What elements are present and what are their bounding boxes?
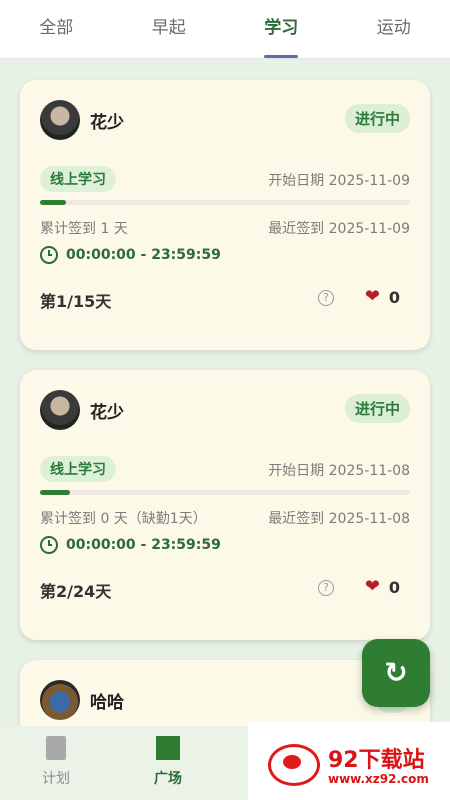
tab-sport[interactable]: 运动	[338, 0, 450, 58]
heart-icon[interactable]: ❤	[365, 578, 380, 596]
watermark-logo-icon	[268, 744, 320, 786]
time-range: 00:00:00 - 23:59:59	[40, 246, 221, 264]
cumulative-signin: 累计签到 0 天（缺勤1天）	[40, 511, 207, 527]
tab-early-rise[interactable]: 早起	[113, 0, 226, 58]
day-progress: 第2/24天	[40, 582, 112, 601]
category-tag: 线上学习	[40, 456, 116, 482]
nav-plan[interactable]: 计划	[26, 736, 86, 788]
square-icon	[156, 736, 180, 760]
time-range-text: 00:00:00 - 23:59:59	[66, 537, 221, 553]
progress-fill	[40, 490, 70, 495]
plan-card[interactable]: 花少 进行中 线上学习 开始日期 2025-11-08 累计签到 0 天（缺勤1…	[20, 370, 430, 640]
start-date: 开始日期 2025-11-09	[268, 173, 410, 189]
like-count: 0	[388, 578, 400, 597]
tab-all[interactable]: 全部	[0, 0, 113, 58]
progress-bar	[40, 490, 410, 495]
tab-label: 全部	[39, 18, 74, 38]
like-count: 0	[388, 288, 400, 307]
heart-icon[interactable]: ❤	[365, 288, 380, 306]
user-name: 花少	[90, 403, 124, 423]
last-signin: 最近签到 2025-11-09	[268, 221, 410, 237]
category-tag: 线上学习	[40, 166, 116, 192]
watermark-url: www.xz92.com	[328, 772, 429, 786]
nav-label: 计划	[42, 771, 70, 787]
tab-label: 运动	[376, 18, 411, 38]
progress-fill	[40, 200, 66, 205]
status-badge: 进行中	[344, 394, 410, 423]
refresh-button[interactable]: ↻	[362, 639, 430, 707]
help-icon[interactable]: ?	[318, 290, 334, 306]
time-range-text: 00:00:00 - 23:59:59	[66, 247, 221, 263]
tab-label: 学习	[264, 18, 299, 38]
time-range: 00:00:00 - 23:59:59	[40, 536, 221, 554]
avatar[interactable]	[40, 390, 80, 430]
nav-square[interactable]: 广场	[138, 736, 198, 788]
clock-icon	[40, 246, 58, 264]
watermark: 92下载站 www.xz92.com	[248, 722, 450, 800]
day-progress: 第1/15天	[40, 292, 112, 311]
start-date: 开始日期 2025-11-08	[268, 463, 410, 479]
avatar[interactable]	[40, 680, 80, 720]
progress-bar	[40, 200, 410, 205]
last-signin: 最近签到 2025-11-08	[268, 511, 410, 527]
help-icon[interactable]: ?	[318, 580, 334, 596]
user-name: 哈哈	[90, 693, 124, 713]
avatar[interactable]	[40, 100, 80, 140]
status-badge: 进行中	[344, 104, 410, 133]
nav-label: 广场	[154, 771, 182, 787]
user-name: 花少	[90, 113, 124, 133]
watermark-title: 92下载站	[328, 748, 425, 773]
plan-icon	[46, 736, 66, 760]
clock-icon	[40, 536, 58, 554]
tab-label: 早起	[151, 18, 186, 38]
cumulative-signin: 累计签到 1 天	[40, 221, 128, 237]
category-tabs: 全部 早起 学习 运动	[0, 0, 450, 59]
tab-study[interactable]: 学习	[225, 0, 338, 58]
plan-card[interactable]: 花少 进行中 线上学习 开始日期 2025-11-09 累计签到 1 天 最近签…	[20, 80, 430, 350]
refresh-icon: ↻	[384, 656, 408, 689]
active-tab-indicator	[264, 55, 299, 58]
